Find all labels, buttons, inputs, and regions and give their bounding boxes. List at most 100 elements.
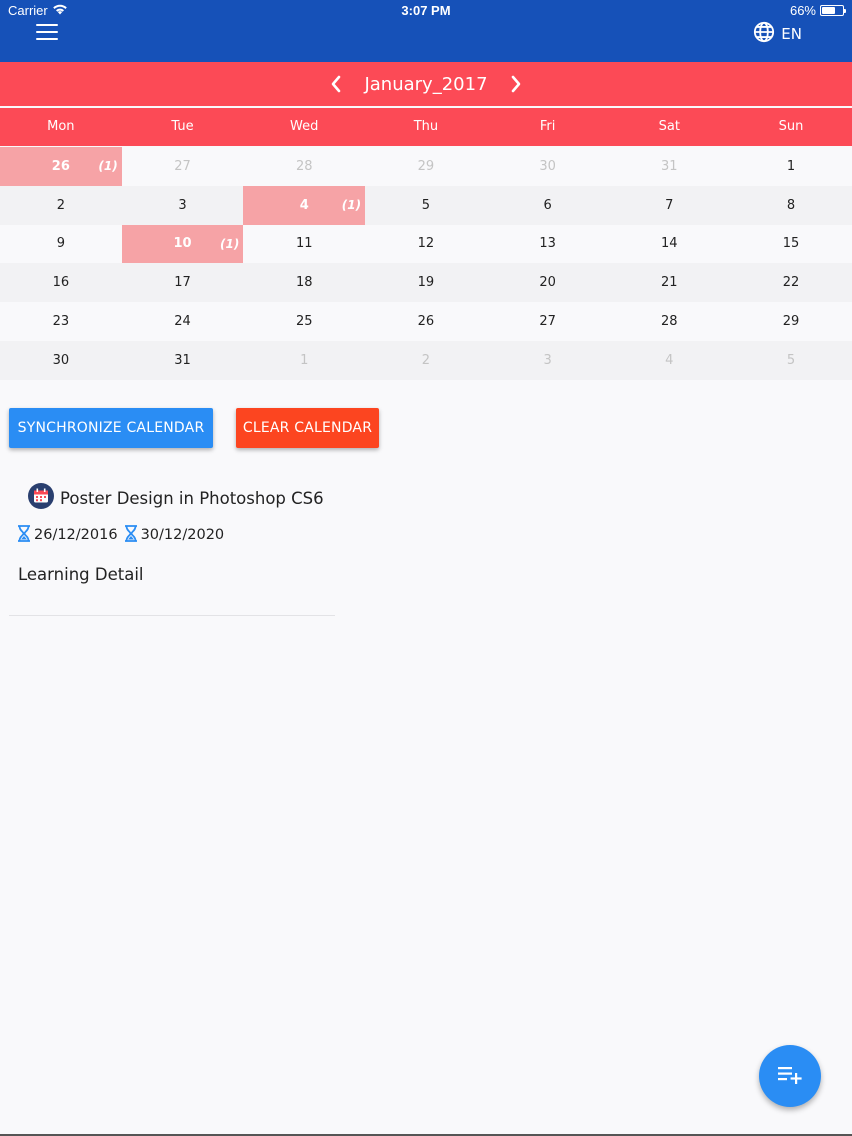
calendar-week-row: 16 17 18 19 20 21 22 (0, 263, 852, 303)
calendar-day[interactable]: 28 (608, 302, 730, 341)
menu-icon[interactable] (36, 24, 58, 42)
day-number: 26 (51, 158, 70, 174)
event-list-item[interactable]: Poster Design in Photoshop CS6 26/12/201… (9, 480, 335, 595)
day-number: 13 (539, 236, 556, 252)
calendar-day[interactable]: 6 (487, 186, 609, 225)
add-to-list-button[interactable] (759, 1045, 821, 1107)
calendar-day[interactable]: 17 (122, 263, 244, 302)
month-title: January_2017 (364, 73, 488, 95)
calendar-day[interactable]: 30 (487, 147, 609, 186)
calendar-day[interactable]: 31 (608, 147, 730, 186)
calendar-day[interactable]: 13 (487, 225, 609, 264)
calendar-day[interactable]: 15 (730, 225, 852, 264)
day-number: 4 (299, 197, 309, 213)
weekday-label: Wed (290, 119, 319, 134)
divider (9, 615, 335, 616)
calendar-day[interactable]: 14 (608, 225, 730, 264)
day-number: 9 (56, 236, 65, 252)
calendar-day[interactable]: 22 (730, 263, 852, 302)
event-count-badge: (1) (220, 236, 240, 251)
calendar-week-row: 23 24 25 26 27 28 29 (0, 302, 852, 341)
day-number: 4 (665, 352, 674, 368)
calendar-day[interactable]: 31 (122, 341, 244, 380)
event-end-date: 30/12/2020 (140, 527, 225, 543)
day-number: 2 (56, 197, 65, 213)
calendar-day[interactable]: 30 (0, 341, 122, 380)
language-selector[interactable]: EN (753, 21, 802, 47)
weekday-label: Sun (778, 119, 804, 134)
weekday-label: Fri (539, 119, 556, 134)
day-number: 18 (295, 275, 313, 291)
chevron-left-icon[interactable] (330, 75, 342, 93)
calendar-day[interactable]: 4 (608, 341, 730, 380)
calendar-day[interactable]: 29 (365, 147, 487, 186)
day-number: 15 (782, 236, 800, 252)
calendar-day-event[interactable]: 26 (1) (0, 147, 122, 186)
calendar-day[interactable]: 3 (487, 341, 609, 380)
calendar-day[interactable]: 1 (243, 341, 365, 380)
day-number: 5 (786, 352, 796, 368)
calendar-day[interactable]: 1 (730, 147, 852, 186)
calendar-day[interactable]: 26 (365, 302, 487, 341)
calendar-day[interactable]: 7 (608, 186, 730, 225)
calendar-day[interactable]: 29 (730, 302, 852, 341)
weekday-header: Mon Tue Wed Thu Fri Sat Sun (0, 108, 852, 146)
globe-icon (753, 21, 775, 47)
day-number: 25 (295, 314, 313, 330)
calendar-day[interactable]: 23 (0, 302, 122, 341)
day-number: 6 (543, 197, 552, 213)
status-bar: Carrier 3:07 PM 66% (0, 0, 852, 22)
battery-percent: 66% (789, 3, 816, 18)
calendar-day-event[interactable]: 4 (1) (243, 185, 366, 225)
calendar-day[interactable]: 8 (730, 186, 852, 225)
calendar-day[interactable]: 19 (365, 263, 487, 302)
calendar-day[interactable]: 16 (0, 263, 122, 302)
day-number: 21 (661, 275, 678, 291)
calendar-day[interactable]: 11 (243, 225, 365, 264)
day-number: 1 (300, 352, 309, 368)
calendar-day[interactable]: 25 (243, 302, 365, 341)
day-number: 19 (417, 275, 435, 291)
day-number: 2 (421, 352, 431, 368)
calendar-day[interactable]: 2 (365, 341, 487, 380)
day-number: 1 (786, 158, 796, 174)
calendar-day[interactable]: 27 (487, 302, 609, 341)
hourglass-icon (17, 524, 31, 546)
calendar-day[interactable]: 3 (122, 186, 244, 225)
calendar-day[interactable]: 24 (122, 302, 244, 341)
synchronize-calendar-button[interactable]: SYNCHRONIZE CALENDAR (9, 408, 213, 448)
event-start-date: 26/12/2016 (34, 527, 118, 543)
day-number: 22 (782, 275, 800, 291)
calendar-week-row: 26 (1) 27 28 29 30 31 1 (0, 147, 852, 186)
day-number: 20 (539, 275, 556, 291)
day-number: 26 (417, 314, 435, 330)
calendar-day[interactable]: 28 (243, 147, 365, 186)
day-number: 12 (417, 236, 435, 252)
calendar-week-row: 9 10 (1) 11 12 13 14 15 (0, 224, 852, 264)
clear-calendar-button[interactable]: CLEAR CALENDAR (236, 408, 379, 448)
calendar-day[interactable]: 21 (608, 263, 730, 302)
event-count-badge: (1) (341, 197, 362, 212)
calendar-day[interactable]: 27 (122, 147, 244, 186)
weekday-label: Thu (413, 119, 439, 134)
calendar-day[interactable]: 5 (730, 341, 852, 380)
calendar-day[interactable]: 5 (365, 186, 487, 225)
day-number: 23 (52, 314, 70, 330)
event-dates-row: 26/12/2016 30/12/2020 (9, 517, 335, 553)
weekday-label: Mon (47, 119, 75, 134)
weekday-label: Sat (658, 119, 680, 134)
day-number: 14 (661, 236, 678, 252)
calendar-day-event[interactable]: 10 (1) (121, 224, 244, 264)
calendar-day[interactable]: 18 (243, 263, 365, 302)
calendar-day[interactable]: 2 (0, 186, 122, 225)
calendar-day[interactable]: 12 (365, 225, 487, 264)
calendar-day[interactable]: 9 (0, 225, 122, 264)
day-number: 29 (417, 158, 435, 174)
battery-fill (822, 7, 836, 14)
calendar-icon (28, 483, 54, 513)
chevron-right-icon[interactable] (510, 75, 522, 93)
day-number: 28 (295, 158, 313, 174)
day-number: 10 (173, 236, 192, 252)
month-navigator: January_2017 (0, 62, 852, 106)
calendar-day[interactable]: 20 (487, 263, 609, 302)
